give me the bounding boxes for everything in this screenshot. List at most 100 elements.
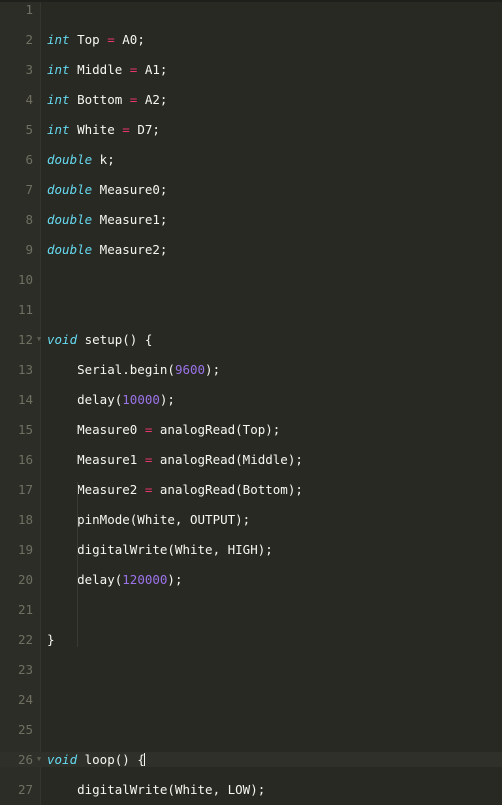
code-text: delay(10000); bbox=[47, 392, 175, 407]
line-number: 10 bbox=[17, 272, 33, 287]
code-text: digitalWrite(White, LOW); bbox=[47, 782, 265, 797]
code-line[interactable]: 9 double Measure2; bbox=[0, 242, 502, 257]
code-line[interactable]: 21 bbox=[0, 602, 502, 617]
line-number: 27 bbox=[17, 782, 33, 797]
code-text: int Bottom = A2; bbox=[47, 92, 167, 107]
token-num: 10000 bbox=[122, 392, 160, 407]
code-line[interactable]: 19 digitalWrite(White, HIGH); bbox=[0, 542, 502, 557]
code-editor[interactable]: 1 2 int Top = A0; 3 int Middle = A1; 4 int Bot… bbox=[0, 0, 502, 805]
code-line[interactable]: 6 double k; bbox=[0, 152, 502, 167]
token-pl: Top bbox=[69, 32, 108, 47]
code-line[interactable]: 22} bbox=[0, 632, 502, 647]
code-text: int White = D7; bbox=[47, 122, 160, 137]
token-kw: int bbox=[47, 32, 70, 47]
token-pl: White bbox=[69, 122, 123, 137]
line-number: 25 bbox=[17, 722, 33, 737]
code-line[interactable]: 14 delay(10000); bbox=[0, 392, 502, 407]
token-pl: Middle bbox=[69, 62, 130, 77]
line-number: 23 bbox=[17, 662, 33, 677]
line-number: 18 bbox=[17, 512, 33, 527]
token-op: = bbox=[107, 32, 115, 47]
line-number: 13 bbox=[17, 362, 33, 377]
token-pl: Measure1; bbox=[92, 212, 168, 227]
token-kw: int bbox=[47, 62, 70, 77]
code-text: double Measure0; bbox=[47, 182, 167, 197]
line-number: 3 bbox=[25, 62, 33, 77]
code-text: } bbox=[47, 632, 55, 647]
code-line[interactable]: 13 Serial.begin(9600); bbox=[0, 362, 502, 377]
code-line[interactable]: 17 Measure2 = analogRead(Bottom); bbox=[0, 482, 502, 497]
indent-guide bbox=[77, 482, 78, 647]
token-pl: k; bbox=[92, 152, 115, 167]
token-pl: A2; bbox=[137, 92, 168, 107]
token-kw: void bbox=[47, 332, 78, 347]
code-line[interactable]: 25 bbox=[0, 722, 502, 737]
line-number: 22 bbox=[17, 632, 33, 647]
code-line[interactable]: 26 ▼ void loop() { bbox=[0, 752, 502, 767]
token-pl: delay( bbox=[47, 572, 123, 587]
line-number: 7 bbox=[25, 182, 33, 197]
code-text: int Middle = A1; bbox=[47, 62, 167, 77]
line-number: 20 bbox=[17, 572, 33, 587]
token-pl: digitalWrite(White, LOW); bbox=[47, 782, 266, 797]
code-line[interactable]: 3 int Middle = A1; bbox=[0, 62, 502, 77]
line-number: 24 bbox=[17, 692, 33, 707]
code-text: int Top = A0; bbox=[47, 32, 145, 47]
token-kw: double bbox=[47, 242, 93, 257]
code-line[interactable]: 18 pinMode(White, OUTPUT); bbox=[0, 512, 502, 527]
code-text: double k; bbox=[47, 152, 115, 167]
token-kw: void bbox=[47, 752, 78, 767]
line-number: 16 bbox=[17, 452, 33, 467]
code-line[interactable]: 15 Measure0 = analogRead(Top); bbox=[0, 422, 502, 437]
token-pl: ); bbox=[205, 362, 221, 377]
token-pl: ); bbox=[159, 392, 175, 407]
code-text: delay(120000); bbox=[47, 572, 182, 587]
code-line[interactable]: 5 int White = D7; bbox=[0, 122, 502, 137]
token-pl: Measure2 bbox=[47, 482, 145, 497]
token-pl: Measure2; bbox=[92, 242, 168, 257]
token-pl: Serial.begin( bbox=[47, 362, 175, 377]
fold-arrow-icon[interactable]: ▼ bbox=[35, 332, 43, 347]
code-line[interactable]: 2 int Top = A0; bbox=[0, 32, 502, 47]
code-line[interactable]: 8 double Measure1; bbox=[0, 212, 502, 227]
code-line[interactable]: 23 bbox=[0, 662, 502, 677]
code-text: Measure0 = analogRead(Top); bbox=[47, 422, 280, 437]
code-line[interactable]: 11 bbox=[0, 302, 502, 317]
token-pl: analogRead(Top); bbox=[152, 422, 281, 437]
line-number: 2 bbox=[25, 32, 33, 47]
token-op: = bbox=[122, 122, 130, 137]
code-line[interactable]: 4 int Bottom = A2; bbox=[0, 92, 502, 107]
token-pl: digitalWrite(White, HIGH); bbox=[47, 542, 273, 557]
token-pl: analogRead(Bottom); bbox=[152, 482, 303, 497]
text-cursor bbox=[144, 753, 146, 766]
token-pl: Measure0; bbox=[92, 182, 168, 197]
code-text: Measure1 = analogRead(Middle); bbox=[47, 452, 303, 467]
fold-arrow-icon[interactable]: ▼ bbox=[35, 752, 43, 767]
code-text: void loop() { bbox=[47, 752, 146, 767]
code-line[interactable]: 1 bbox=[0, 2, 502, 17]
line-number: 6 bbox=[25, 152, 33, 167]
code-line[interactable]: 16 Measure1 = analogRead(Middle); bbox=[0, 452, 502, 467]
code-text: Serial.begin(9600); bbox=[47, 362, 220, 377]
line-number: 1 bbox=[25, 2, 33, 17]
code-content-area[interactable]: 1 2 int Top = A0; 3 int Middle = A1; 4 int Bot… bbox=[0, 2, 502, 805]
token-pl: loop() { bbox=[77, 752, 145, 767]
code-line[interactable]: 24 bbox=[0, 692, 502, 707]
code-line[interactable]: 10 bbox=[0, 272, 502, 287]
code-line[interactable]: 20 delay(120000); bbox=[0, 572, 502, 587]
token-kw: int bbox=[47, 92, 70, 107]
line-number: 9 bbox=[25, 242, 33, 257]
token-num: 120000 bbox=[122, 572, 168, 587]
line-number: 21 bbox=[17, 602, 33, 617]
token-pl: Measure1 bbox=[47, 452, 145, 467]
line-number: 11 bbox=[17, 302, 33, 317]
token-kw: double bbox=[47, 152, 93, 167]
code-line[interactable]: 12 ▼ void setup() { bbox=[0, 332, 502, 347]
code-line[interactable]: 7 double Measure0; bbox=[0, 182, 502, 197]
line-number: 26 bbox=[17, 752, 33, 767]
token-pl: Bottom bbox=[69, 92, 130, 107]
code-text: void setup() { bbox=[47, 332, 152, 347]
code-text: Measure2 = analogRead(Bottom); bbox=[47, 482, 303, 497]
token-pl: setup() { bbox=[77, 332, 153, 347]
code-line[interactable]: 27 digitalWrite(White, LOW); bbox=[0, 782, 502, 797]
